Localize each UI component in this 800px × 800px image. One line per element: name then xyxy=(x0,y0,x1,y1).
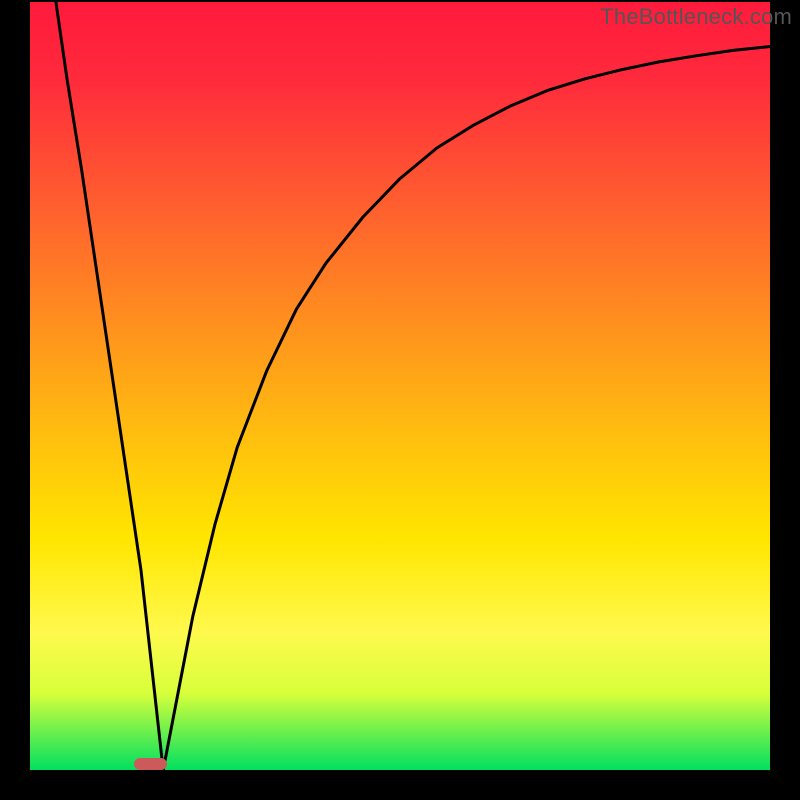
curve-path xyxy=(56,2,770,770)
chart-frame: TheBottleneck.com xyxy=(0,0,800,800)
curve-svg xyxy=(30,2,770,770)
plot-area xyxy=(30,2,770,770)
min-marker xyxy=(134,758,167,770)
